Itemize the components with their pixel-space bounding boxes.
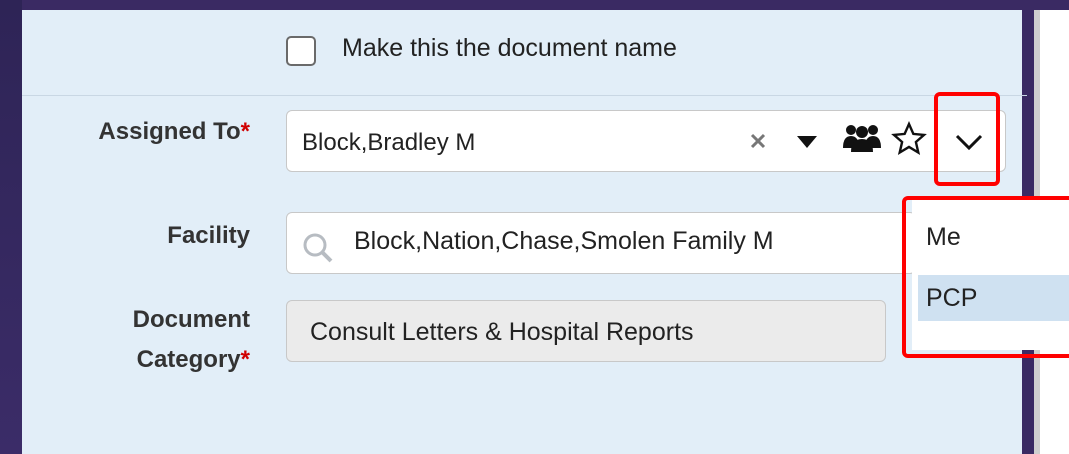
section-divider bbox=[22, 95, 1027, 96]
document-category-label-line2: Category* bbox=[40, 346, 250, 374]
window-edge bbox=[0, 0, 22, 454]
search-icon bbox=[303, 233, 333, 263]
facility-value: Block,Nation,Chase,Smolen Family M bbox=[354, 227, 774, 255]
clear-icon[interactable] bbox=[748, 131, 768, 151]
document-category-value: Consult Letters & Hospital Reports bbox=[310, 318, 694, 346]
star-icon[interactable] bbox=[890, 121, 928, 157]
group-icon[interactable] bbox=[842, 122, 882, 154]
document-name-checkbox[interactable] bbox=[286, 36, 316, 66]
chevron-highlight-box bbox=[934, 92, 1000, 186]
caret-down-icon[interactable] bbox=[795, 134, 819, 150]
assigned-to-label-text: Assigned To bbox=[98, 118, 241, 145]
assigned-to-value: Block,Bradley M bbox=[302, 129, 476, 156]
menu-highlight-box bbox=[902, 196, 1069, 358]
assigned-to-label: Assigned To* bbox=[40, 118, 250, 146]
document-category-label-text: Category bbox=[136, 346, 241, 373]
document-category-label-line1: Document bbox=[132, 306, 250, 333]
document-name-checkbox-label: Make this the document name bbox=[342, 34, 677, 62]
facility-label: Facility bbox=[167, 222, 250, 249]
required-mark: * bbox=[240, 346, 250, 373]
required-mark: * bbox=[240, 118, 250, 145]
